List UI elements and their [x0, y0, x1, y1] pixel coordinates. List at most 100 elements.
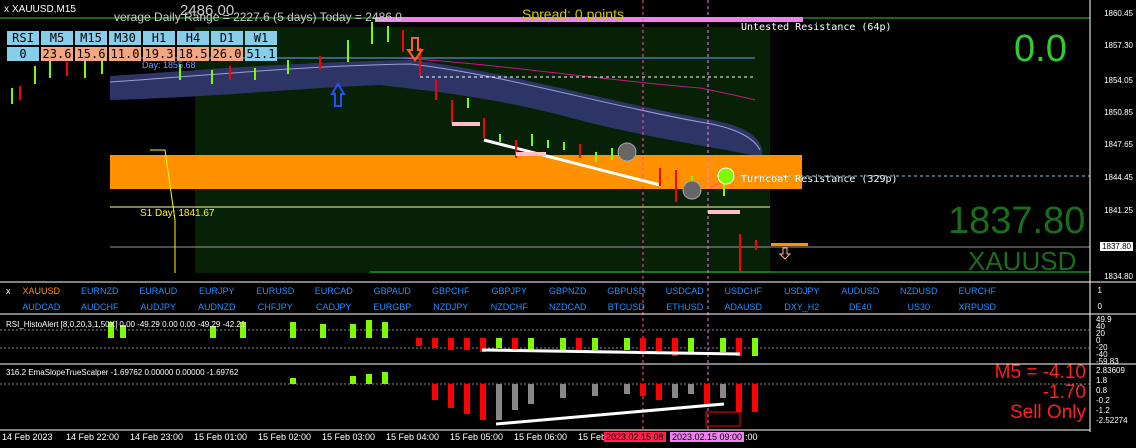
symbol-link[interactable]: NZDCHF	[480, 302, 539, 312]
symbol-link[interactable]: USDJPY	[773, 286, 832, 296]
big-price: 1837.80	[948, 200, 1086, 242]
symbol-link[interactable]: EURUSD	[246, 286, 305, 296]
symbol-link[interactable]: US30	[890, 302, 949, 312]
symbol-link[interactable]: AUDCAD	[12, 302, 71, 312]
time-tick: 15 Feb 02:00	[258, 432, 312, 442]
price-tick: 1844.45	[1104, 173, 1133, 182]
tf-header: D1	[211, 31, 243, 45]
symbol-link[interactable]: GBPAUD	[363, 286, 422, 296]
tf-header: M15	[75, 31, 107, 45]
symbol-link[interactable]: AUDJPY	[129, 302, 188, 312]
chart-title: x XAUUSD,M15	[4, 4, 76, 15]
symbol-link[interactable]: EURAUD	[129, 286, 188, 296]
time-tick: 14 Feb 22:00	[66, 432, 120, 442]
tf-value: 51.1	[245, 47, 277, 61]
tf-value: 26.0	[211, 47, 243, 61]
tf-value: 18.5	[177, 47, 209, 61]
symbol-link[interactable]: AUDCHF	[71, 302, 130, 312]
signal-circle-3	[717, 167, 735, 185]
time-tick: 15 Feb 01:00	[194, 432, 248, 442]
signal-circle-1	[617, 142, 637, 162]
slope-tick: 1.8	[1096, 376, 1108, 385]
symbol-link[interactable]: USDCAD	[656, 286, 715, 296]
symbol-link[interactable]: EURCHF	[948, 286, 1007, 296]
symbol-link[interactable]: AUDNZD	[188, 302, 247, 312]
order-block-2	[516, 152, 546, 156]
symbol-link[interactable]: CADJPY	[305, 302, 364, 312]
symbol-link[interactable]: USDCHF	[714, 286, 773, 296]
big-symbol: XAUUSD	[968, 246, 1077, 276]
symbol-timeframe: XAUUSD,M15	[12, 4, 76, 15]
big-top-value: 0.0	[1014, 28, 1067, 70]
price-tick: 1857.30	[1104, 41, 1133, 50]
price-tick: 1860.45	[1104, 9, 1133, 18]
current-price-tag: 1837.80	[1100, 242, 1133, 251]
order-block-1	[452, 122, 480, 126]
symbol-link[interactable]: GBPUSD	[597, 286, 656, 296]
symbol-link[interactable]: EURNZD	[71, 286, 130, 296]
symbol-row-1: XAUUSD EURNZD EURAUD EURJPY EURUSD EURCA…	[12, 286, 1098, 296]
symbol-link[interactable]: GBPNZD	[539, 286, 598, 296]
time-marker-09: 2023.02.15 09:00	[670, 432, 745, 442]
symbol-bar-close[interactable]: x	[6, 286, 11, 296]
rsi-tick: -59.83	[1096, 357, 1119, 366]
symbol-link[interactable]: BTCUSD	[597, 302, 656, 312]
symbol-link[interactable]: XRPUSD	[948, 302, 1007, 312]
price-tick: 1850.85	[1104, 108, 1133, 117]
order-block-3	[708, 210, 740, 214]
symbol-link[interactable]: DXY_H2	[773, 302, 832, 312]
sell-only-signal: Sell Only	[1009, 402, 1086, 423]
close-icon[interactable]: x	[4, 4, 9, 15]
symbol-link[interactable]: NZDCAD	[539, 302, 598, 312]
pivot-day-label: Day: 1855.68	[142, 60, 196, 70]
s1-day-label: S1 Day: 1841.67	[140, 208, 215, 219]
symbol-link[interactable]: ETHUSD	[656, 302, 715, 312]
symbol-link[interactable]: ADAUSD	[714, 302, 773, 312]
rsi-timeframe-table: RSI M5 M15 M30 H1 H4 D1 W1 0 23.6 15.6 1…	[5, 29, 279, 63]
tf-value: 11.0	[109, 47, 141, 61]
symbol-link[interactable]: EURGBP	[363, 302, 422, 312]
symbol-link[interactable]: GBPJPY	[480, 286, 539, 296]
tf-header: H1	[143, 31, 175, 45]
symbol-link[interactable]: NZDJPY	[422, 302, 481, 312]
slope-tick: -0.2	[1096, 396, 1110, 405]
slope-tick: 2.83609	[1096, 366, 1125, 375]
symbol-link[interactable]: XAUUSD	[12, 286, 71, 296]
tf-values-row: 0 23.6 15.6 11.0 19.3 18.5 26.0 51.1	[7, 47, 277, 61]
tf-header: W1	[245, 31, 277, 45]
symbol-link[interactable]: CHFJPY	[246, 302, 305, 312]
symbol-link[interactable]: EURCAD	[305, 286, 364, 296]
symbol-link[interactable]: EURJPY	[188, 286, 247, 296]
tf-value: 15.6	[75, 47, 107, 61]
tf-value: 23.6	[41, 47, 73, 61]
time-tick: 15 Feb 04:00	[386, 432, 440, 442]
slope-histogram	[0, 372, 1090, 427]
signal-circle-2	[682, 180, 702, 200]
session-shading	[195, 27, 770, 273]
current-price-marker	[771, 243, 808, 246]
tf-header: M5	[41, 31, 73, 45]
rsi-panel-title: RSI_HistoAlert [8,0,20,3,1,50X] 0.00 -49…	[6, 320, 246, 329]
tf-value: 19.3	[143, 47, 175, 61]
price-tick: 1841.25	[1104, 206, 1133, 215]
price-tick: 1834.80	[1104, 272, 1133, 281]
symbol-link[interactable]: GBPCHF	[422, 286, 481, 296]
slope-panel-title: 316.2 EmaSlopeTrueScalper -1.69762 0.000…	[6, 368, 239, 377]
slope-axis: 2.83609 1.8 0.8 -0.2 -1.2 -2.52274	[1096, 366, 1128, 426]
time-marker-08: 2023.02.15 08	[604, 432, 666, 442]
price-tick: 1847.65	[1104, 140, 1133, 149]
symbol-axis-bottom: 0	[1097, 302, 1102, 311]
symbol-link[interactable]: DE40	[831, 302, 890, 312]
turncoat-resistance-label: Turncoat Resistance (329p)	[741, 174, 898, 185]
symbol-axis-top: 1	[1097, 286, 1102, 295]
tf-header-row: RSI M5 M15 M30 H1 H4 D1 W1	[7, 31, 277, 45]
symbol-link[interactable]: AUDUSD	[831, 286, 890, 296]
slope-value-text: -1.70	[1042, 382, 1086, 403]
rsi-axis: 49.9 40 20 0 -20 -40 -59.83	[1096, 316, 1119, 366]
time-marker-suffix: :00	[745, 432, 758, 442]
time-tick: 14 Feb 23:00	[130, 432, 184, 442]
tf-header: RSI	[7, 31, 39, 45]
symbol-link[interactable]: NZDUSD	[890, 286, 949, 296]
m5-slope-text: M5 = -4.10	[994, 362, 1086, 383]
adr-text: verage Daily Range = 2227.6 (5 days) Tod…	[114, 10, 402, 24]
